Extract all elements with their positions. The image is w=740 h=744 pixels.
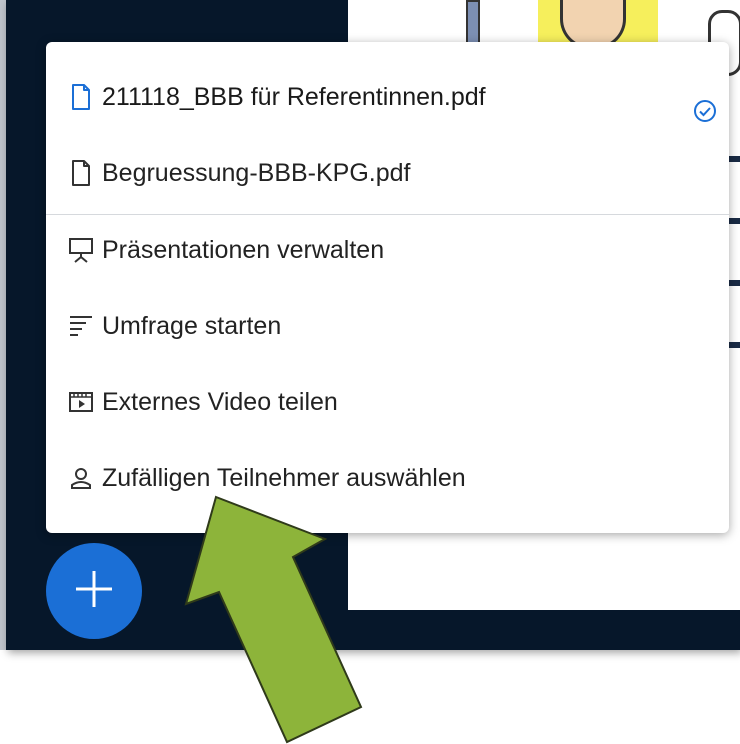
manage-presentations-label: Präsentationen verwalten	[102, 235, 385, 264]
poll-icon	[64, 311, 98, 341]
video-icon	[64, 387, 98, 417]
user-icon	[64, 463, 98, 493]
file-icon	[64, 82, 98, 112]
plus-icon	[72, 567, 116, 616]
file-icon	[64, 158, 98, 188]
actions-menu: 211118_BBB für Referentinnen.pdf Begrues…	[46, 42, 729, 533]
share-external-video-item[interactable]: Externes Video teilen	[46, 364, 729, 440]
presentation-icon	[64, 235, 98, 265]
presentation-item-label: 211118_BBB für Referentinnen.pdf	[102, 82, 486, 111]
share-external-video-label: Externes Video teilen	[102, 387, 338, 416]
presentation-item-label: Begruessung-BBB-KPG.pdf	[102, 158, 411, 187]
select-random-user-item[interactable]: Zufälligen Teilnehmer auswählen	[46, 440, 729, 516]
start-poll-label: Umfrage starten	[102, 311, 282, 340]
manage-presentations-item[interactable]: Präsentationen verwalten	[46, 212, 729, 288]
presentation-item-2[interactable]: Begruessung-BBB-KPG.pdf	[46, 135, 729, 211]
actions-button[interactable]	[46, 543, 142, 639]
start-poll-item[interactable]: Umfrage starten	[46, 288, 729, 364]
presentation-item-1[interactable]: 211118_BBB für Referentinnen.pdf	[46, 59, 729, 135]
select-random-user-label: Zufälligen Teilnehmer auswählen	[102, 463, 466, 492]
check-circle-icon	[693, 99, 717, 123]
